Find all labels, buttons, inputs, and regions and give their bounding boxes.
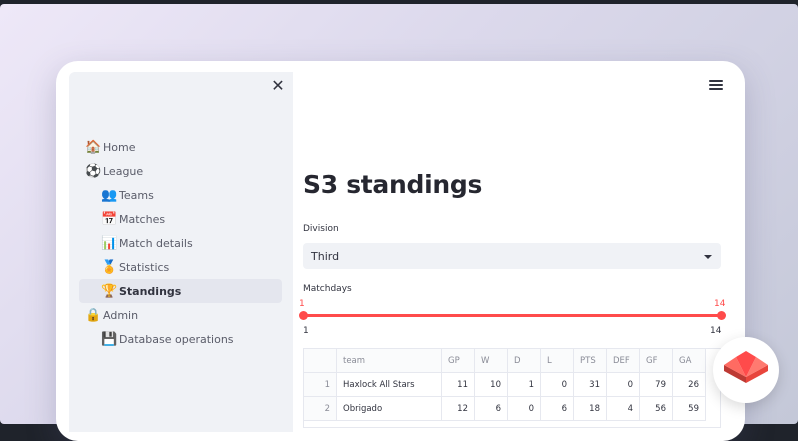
soccer-ball-icon: ⚽ [85,163,102,179]
column-header[interactable]: GA [672,349,706,373]
slider-low-handle[interactable] [299,311,308,320]
slider-low-value: 1 [299,299,305,309]
table-cell: 0 [507,396,541,421]
sidebar-item-label: Database operations [119,332,234,346]
chevron-down-icon [704,255,712,259]
table-cell: 18 [573,396,607,421]
slider-high-value: 14 [714,299,726,309]
medal-icon: 🏅 [101,259,118,275]
division-select[interactable]: Third [303,243,721,269]
table-row[interactable]: 2 Obrigado 12 6 0 6 18 4 56 59 [304,396,706,421]
column-header[interactable]: PTS [573,349,607,373]
page-title: S3 standings [303,170,483,199]
slider-high-handle[interactable] [717,311,726,320]
sidebar-item-label: League [103,164,144,178]
trophy-icon: 🏆 [101,283,118,299]
sidebar-item-teams[interactable]: 👥 Teams [79,183,282,207]
table-cell: 4 [606,396,640,421]
hamburger-menu-icon[interactable] [709,80,723,92]
table-cell: 6 [540,396,574,421]
table-row[interactable]: 1 Haxlock All Stars 11 10 1 0 31 0 79 26 [304,372,706,397]
column-header[interactable]: L [540,349,574,373]
table-cell: 10 [474,372,508,397]
table-cell: 26 [672,372,706,397]
column-header[interactable]: GF [639,349,673,373]
sidebar-item-label: Standings [119,284,182,298]
table-cell: 2 [304,396,337,421]
table-cell: 1 [304,372,337,397]
sidebar-item-league[interactable]: ⚽ League [79,159,282,183]
table-cell: 0 [606,372,640,397]
standings-table[interactable]: team GP W D L PTS DEF GF GA 1 Haxlock Al… [303,348,721,428]
house-icon: 🏠 [85,139,102,155]
column-header[interactable]: DEF [606,349,640,373]
sidebar-item-label: Teams [119,188,154,202]
division-label: Division [303,224,339,234]
slider-min-tick: 1 [303,326,309,336]
matchdays-label: Matchdays [303,284,352,294]
sidebar-item-home[interactable]: 🏠 Home [79,135,282,159]
calendar-icon: 📅 [101,211,118,227]
sidebar-item-label: Home [103,140,136,154]
table-cell: 12 [441,396,475,421]
sidebar-item-database-operations[interactable]: 💾 Database operations [79,327,282,351]
table-cell: 6 [474,396,508,421]
table-cell: Obrigado [336,396,442,421]
table-cell: 0 [540,372,574,397]
sidebar-item-standings[interactable]: 🏆 Standings [79,279,282,303]
streamlit-logo-icon [724,351,768,383]
lock-icon: 🔒 [85,307,102,323]
sidebar-item-label: Matches [119,212,166,226]
table-cell: 11 [441,372,475,397]
sidebar-nav: 🏠 Home ⚽ League 👥 Teams 📅 Matches 📊 Matc… [79,135,282,351]
column-header[interactable]: W [474,349,508,373]
column-header[interactable] [304,349,337,373]
bar-chart-icon: 📊 [101,235,118,251]
sidebar-item-admin[interactable]: 🔒 Admin [79,303,282,327]
sidebar-item-statistics[interactable]: 🏅 Statistics [79,255,282,279]
sidebar-item-matches[interactable]: 📅 Matches [79,207,282,231]
floppy-disk-icon: 💾 [101,331,118,347]
table-cell: Haxlock All Stars [336,372,442,397]
division-selected-value: Third [311,249,340,263]
people-icon: 👥 [101,187,118,203]
streamlit-logo-badge[interactable] [713,337,779,403]
table-cell: 79 [639,372,673,397]
close-icon[interactable]: ✕ [271,78,285,94]
slider-max-tick: 14 [710,326,722,336]
column-header[interactable]: D [507,349,541,373]
sidebar-item-label: Admin [103,308,139,322]
table-cell: 1 [507,372,541,397]
sidebar-item-label: Match details [119,236,193,250]
matchdays-slider-track[interactable] [303,314,721,317]
column-header[interactable]: GP [441,349,475,373]
sidebar-item-label: Statistics [119,260,170,274]
table-cell: 56 [639,396,673,421]
table-header-row: team GP W D L PTS DEF GF GA [304,349,706,373]
table-cell: 59 [672,396,706,421]
column-header[interactable]: team [336,349,442,373]
table-cell: 31 [573,372,607,397]
sidebar-item-match-details[interactable]: 📊 Match details [79,231,282,255]
